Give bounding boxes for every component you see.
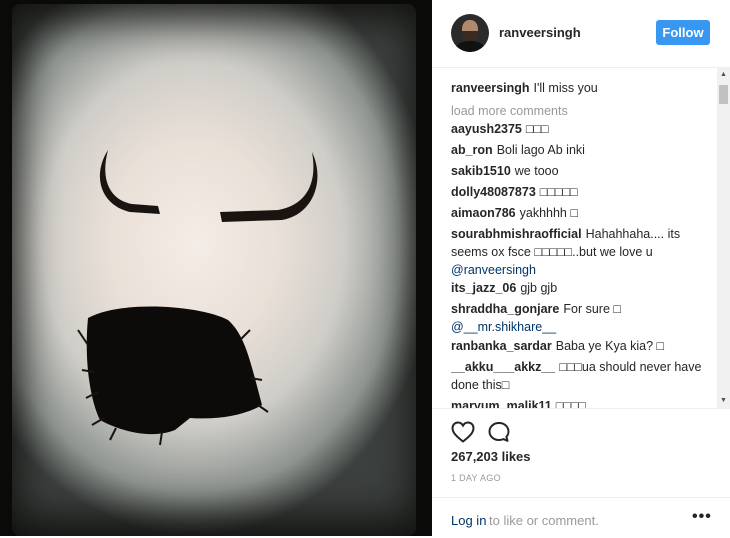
more-options-icon[interactable]: ••• (692, 508, 712, 526)
comment-mention[interactable]: @__mr.shikhare__ (451, 320, 556, 334)
comment-text: Boli lago Ab inki (496, 143, 585, 157)
avatar-beard (462, 31, 478, 41)
comments-list: ranveersingh I'll miss you load more comm… (451, 68, 709, 408)
likes-count[interactable]: 267,203 likes (451, 449, 531, 464)
comment-mention[interactable]: @ranveersingh (451, 263, 536, 277)
comment-username[interactable]: ab_ron (451, 143, 493, 157)
comment: aimaon786 yakhhhh □ (451, 204, 709, 222)
caption-text: I'll miss you (533, 81, 598, 95)
post-header: ranveersingh Follow (432, 0, 730, 68)
caption: ranveersingh I'll miss you (451, 79, 598, 97)
comment-text: Baba ye Kya kia? □ (555, 339, 665, 353)
comment: its_jazz_06 gjb gjb (451, 279, 709, 297)
post-timestamp: 1 DAY AGO (451, 473, 501, 483)
comment-text: □□□ (525, 122, 549, 136)
comment: sourabhmishraofficial Hahahhaha.... its s… (451, 225, 709, 279)
comment-icon[interactable] (487, 421, 511, 448)
comment-username[interactable]: aayush2375 (451, 122, 522, 136)
header-username[interactable]: ranveersingh (499, 25, 581, 40)
photo-vignette (0, 0, 432, 536)
post-image[interactable] (0, 0, 432, 536)
comment: sakib1510 we tooo (451, 162, 709, 180)
comment-username[interactable]: aimaon786 (451, 206, 516, 220)
avatar[interactable] (451, 14, 489, 52)
caption-username[interactable]: ranveersingh (451, 81, 530, 95)
heart-icon[interactable] (451, 421, 475, 448)
login-link[interactable]: Log in (451, 513, 486, 528)
post-footer: Log in to like or comment. ••• (432, 497, 730, 538)
avatar-suit (455, 41, 485, 52)
comment-username[interactable]: __akku___akkz__ (451, 360, 555, 374)
comment-text: □□□□ (555, 399, 586, 408)
scroll-up-arrow-icon[interactable]: ▲ (717, 68, 730, 82)
comment-username[interactable]: sakib1510 (451, 164, 511, 178)
comment-username[interactable]: dolly48087873 (451, 185, 536, 199)
comment-username[interactable]: its_jazz_06 (451, 281, 516, 295)
comment: __akku___akkz__ □□□ua should never have d… (451, 358, 709, 394)
scroll-down-arrow-icon[interactable]: ▼ (717, 394, 730, 408)
post-side-panel: ranveersingh Follow ranveersingh I'll mis… (432, 0, 730, 536)
login-prompt-text: to like or comment. (489, 513, 599, 528)
comment: ab_ron Boli lago Ab inki (451, 141, 709, 159)
comment-username[interactable]: maryum_malik11 (451, 399, 552, 408)
load-more-comments-link[interactable]: load more comments (451, 102, 568, 120)
comment-username[interactable]: sourabhmishraofficial (451, 227, 582, 241)
comment-text: yakhhhh □ (519, 206, 578, 220)
comment: maryum_malik11 □□□□ (451, 397, 709, 408)
comment-text: we tooo (514, 164, 559, 178)
comment-text: For sure □ (563, 302, 621, 316)
scrollbar-thumb[interactable] (719, 85, 728, 104)
comments-scrollbar[interactable]: ▲ ▼ (717, 68, 730, 408)
comment: ranbanka_sardar Baba ye Kya kia? □ (451, 337, 709, 355)
comment: shraddha_gonjare For sure □ @__mr.shikhar… (451, 300, 709, 336)
follow-button[interactable]: Follow (656, 20, 710, 45)
comment: aayush2375 □□□ (451, 120, 709, 138)
comment-username[interactable]: shraddha_gonjare (451, 302, 559, 316)
comment: dolly48087873 □□□□□ (451, 183, 709, 201)
comment-text: □□□□□ (539, 185, 578, 199)
post-actions: 267,203 likes 1 DAY AGO Log in to like o… (432, 408, 730, 537)
comment-username[interactable]: ranbanka_sardar (451, 339, 552, 353)
comment-text: gjb gjb (520, 281, 558, 295)
